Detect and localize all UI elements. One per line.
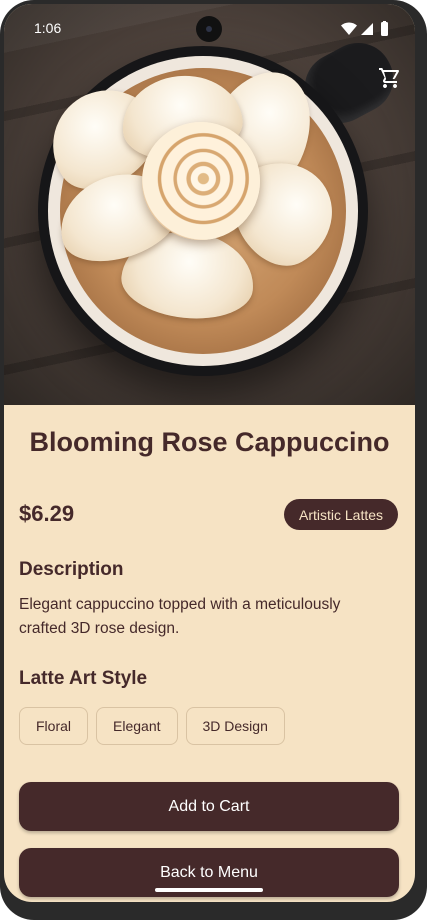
wifi-icon	[341, 22, 357, 35]
product-description: Elegant cappuccino topped with a meticul…	[19, 596, 341, 637]
cellular-signal-icon	[361, 23, 373, 35]
device-frame: 1:06 Blooming Rose Cappuccino $6.29 Arti…	[0, 0, 427, 920]
shopping-cart-icon[interactable]	[378, 66, 402, 90]
gesture-navigation-bar[interactable]	[155, 888, 263, 892]
status-time: 1:06	[34, 20, 62, 36]
style-chips: Floral Elegant 3D Design	[19, 707, 285, 745]
product-price: $6.29	[19, 501, 75, 526]
category-badge: Artistic Lattes	[284, 499, 398, 530]
product-image	[4, 4, 415, 405]
product-title: Blooming Rose Cappuccino	[29, 427, 390, 457]
screen: 1:06 Blooming Rose Cappuccino $6.29 Arti…	[4, 4, 415, 902]
status-bar: 1:06	[4, 4, 415, 50]
front-camera	[196, 16, 222, 42]
latte-art-style-heading: Latte Art Style	[19, 668, 148, 689]
product-details: Blooming Rose Cappuccino $6.29 Artistic …	[4, 405, 415, 902]
battery-icon	[381, 21, 388, 36]
add-to-cart-button[interactable]: Add to Cart	[19, 782, 399, 831]
style-chip-elegant[interactable]: Elegant	[96, 707, 178, 745]
style-chip-3d-design[interactable]: 3D Design	[185, 707, 285, 745]
status-icons	[341, 21, 388, 36]
style-chip-floral[interactable]: Floral	[19, 707, 89, 745]
description-heading: Description	[19, 559, 124, 580]
rose-center	[142, 122, 260, 240]
